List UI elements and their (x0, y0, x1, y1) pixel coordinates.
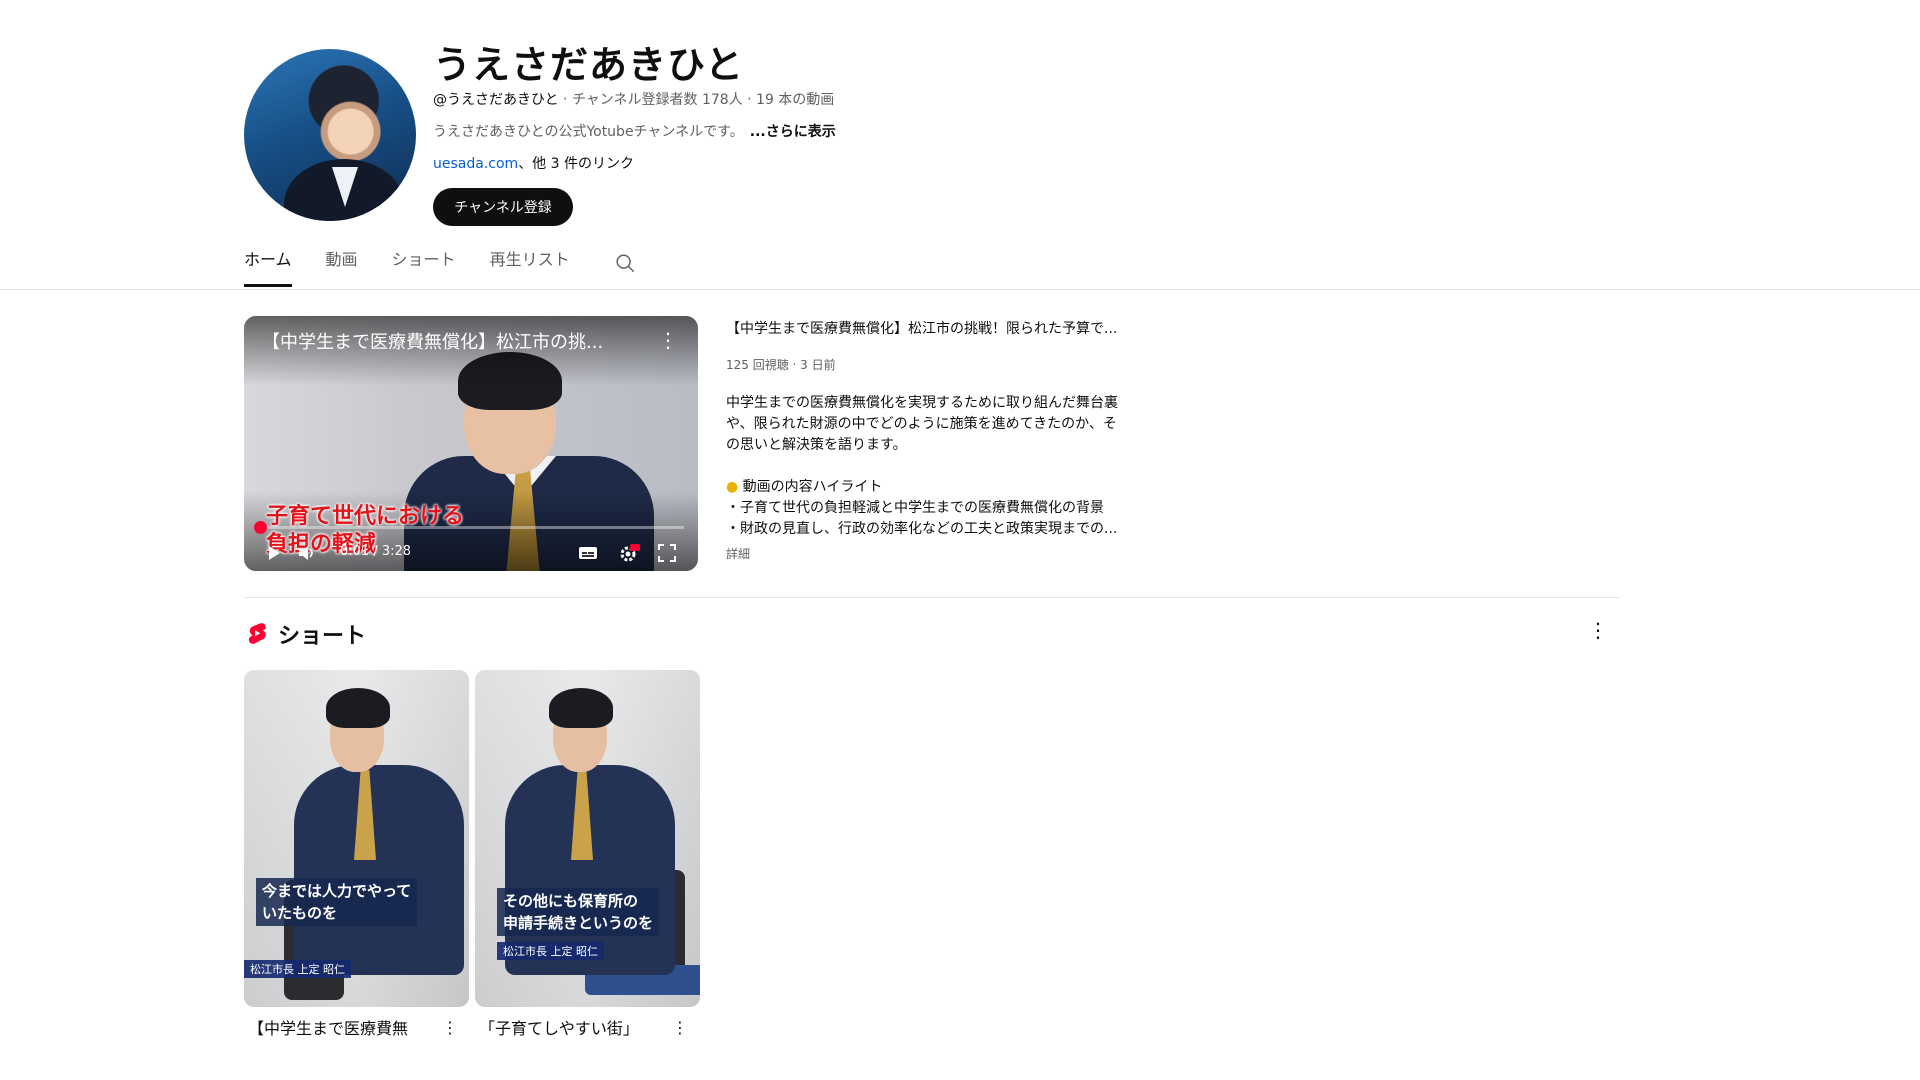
play-icon[interactable] (266, 545, 282, 561)
subscribe-button[interactable]: チャンネル登録 (433, 188, 573, 226)
player-controls: 0:01 / 3:28 (244, 538, 698, 568)
featured-video-description: 中学生までの医療費無償化を実現するために取り組んだ舞台裏 や、限られた財源の中で… (726, 393, 1150, 540)
featured-video-stats: 125 回視聴 ‧ 3 日前 (726, 358, 836, 372)
channel-tabs: ホーム 動画 ショート 再生リスト (244, 246, 604, 288)
progress-scrubber[interactable] (253, 521, 267, 534)
more-vert-icon[interactable]: ⋮ (658, 328, 678, 352)
highlight-heading: ● 動画の内容ハイライト (726, 477, 1150, 498)
featured-video-title[interactable]: 【中学生まで医療費無償化】松江市の挑戦！限られた予算で... (726, 318, 1117, 338)
short-nameplate: 松江市長 上定 昭仁 (497, 942, 604, 960)
description-line: や、限られた財源の中でどのように施策を進めてきたのか、そ (726, 416, 1117, 432)
shorts-logo-icon (248, 623, 266, 644)
channel-website-link[interactable]: uesada.com (433, 156, 518, 172)
channel-name: うえさだあきひと (433, 43, 744, 87)
short-subtitle-line: 申請手続きというのを (503, 914, 654, 932)
volume-icon[interactable] (298, 545, 316, 561)
tab-videos[interactable]: 動画 (326, 246, 358, 284)
short-subtitle: その他にも保育所の 申請手続きというのを (497, 888, 660, 936)
short-title[interactable]: 【中学生まで医療費無 (248, 1015, 438, 1039)
more-vert-icon[interactable]: ⋮ (1588, 618, 1608, 642)
channel-avatar[interactable] (244, 49, 416, 221)
tabs-divider (0, 289, 1920, 290)
more-vert-icon[interactable]: ⋮ (672, 1018, 688, 1037)
short-thumbnail[interactable]: 今までは人力でやって いたものを 松江市長 上定 昭仁 (244, 670, 469, 1007)
channel-handle: @うえさだあきひと (433, 92, 559, 108)
channel-description[interactable]: うえさだあきひとの公式Yotubeチャンネルです。 ...さらに表示 (433, 121, 836, 141)
settings-gear-icon[interactable] (618, 542, 640, 564)
highlight-line: ・子育て世代の負担軽減と中学生までの医療費無償化の背景 (726, 500, 1104, 516)
highlight-line: ・財政の見直し、行政の効率化などの工夫と政策実現までの... (726, 521, 1118, 537)
show-more-link[interactable]: ...さらに表示 (750, 124, 836, 140)
section-divider (244, 597, 1620, 598)
fullscreen-icon[interactable] (658, 544, 676, 562)
short-subtitle-line: 今までは人力でやって (262, 882, 412, 900)
lightbulb-icon: ● (726, 479, 739, 495)
tab-shorts[interactable]: ショート (392, 246, 456, 284)
shorts-heading: ショート (278, 624, 367, 649)
short-subtitle: 今までは人力でやって いたものを (256, 878, 418, 926)
player-time: 0:01 / 3:28 (340, 544, 412, 559)
short-person-hair (326, 688, 390, 728)
description-line: の思いと解決策を語ります。 (726, 437, 907, 453)
more-vert-icon[interactable]: ⋮ (442, 1018, 458, 1037)
short-thumbnail[interactable]: その他にも保育所の 申請手続きというのを 松江市長 上定 昭仁 (475, 670, 700, 1007)
channel-stats: ‧ チャンネル登録者数 178人 ‧ 19 本の動画 (558, 92, 835, 108)
short-person-body (294, 765, 464, 975)
details-link[interactable]: 詳細 (726, 545, 750, 562)
short-title[interactable]: 「子育てしやすい街」 (479, 1015, 669, 1039)
subtitles-icon[interactable] (578, 545, 598, 561)
short-nameplate: 松江市長 上定 昭仁 (244, 960, 351, 978)
short-subtitle-line: その他にも保育所の (503, 892, 639, 910)
other-links-link[interactable]: 、他 3 件のリンク (518, 156, 634, 172)
short-subtitle-line: いたものを (262, 904, 338, 922)
highlight-heading-text: 動画の内容ハイライト (742, 479, 883, 495)
short-person-hair (549, 688, 613, 728)
progress-bar[interactable] (258, 526, 684, 529)
description-gap (726, 456, 1150, 477)
tab-home[interactable]: ホーム (244, 246, 292, 287)
channel-links: uesada.com、他 3 件のリンク (433, 153, 634, 173)
channel-meta: @うえさだあきひと ‧ チャンネル登録者数 178人 ‧ 19 本の動画 (433, 89, 834, 109)
search-icon[interactable] (614, 252, 636, 274)
player-title[interactable]: 【中学生まで医療費無償化】松江市の挑... (262, 328, 642, 354)
channel-description-text: うえさだあきひとの公式Yotubeチャンネルです。 (433, 124, 744, 140)
featured-video-player[interactable]: 【中学生まで医療費無償化】松江市の挑... ⋮ 子育て世代における 負担の軽減 … (244, 316, 698, 571)
tab-playlists[interactable]: 再生リスト (490, 246, 570, 284)
description-line: 中学生までの医療費無償化を実現するために取り組んだ舞台裏 (726, 395, 1118, 411)
